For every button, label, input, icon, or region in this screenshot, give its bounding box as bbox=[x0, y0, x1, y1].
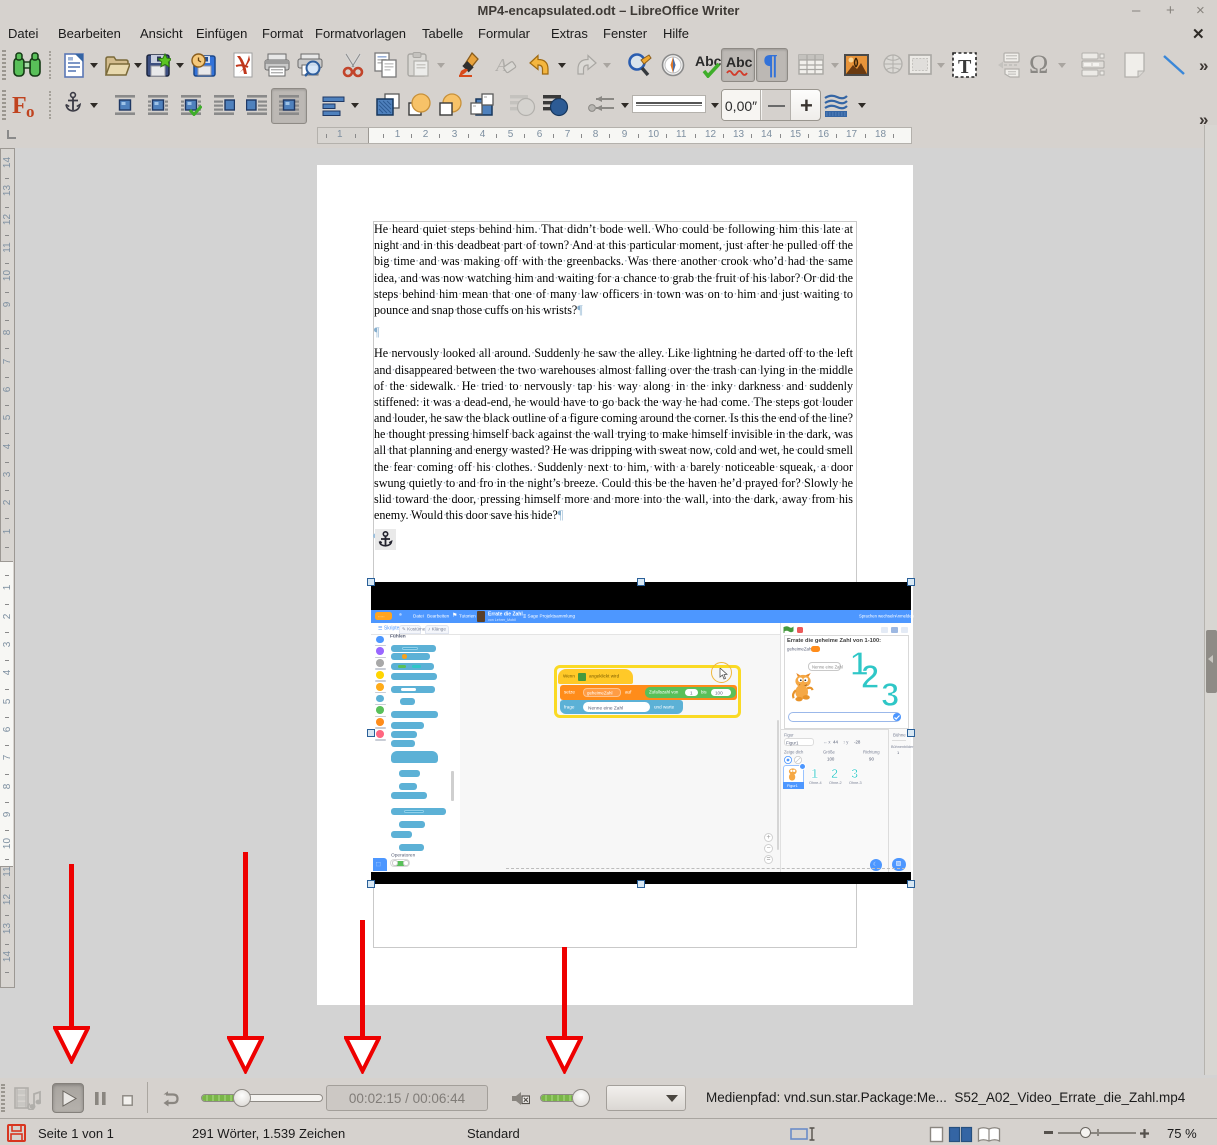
svg-text:2: 2 bbox=[831, 766, 838, 780]
svg-text:Abc: Abc bbox=[726, 54, 752, 70]
svg-text:F: F bbox=[12, 93, 27, 118]
svg-text:A: A bbox=[495, 55, 508, 75]
svg-text:T: T bbox=[958, 56, 972, 78]
svg-text:o: o bbox=[26, 102, 35, 118]
svg-text:3: 3 bbox=[881, 676, 899, 708]
svg-text:3: 3 bbox=[851, 766, 858, 780]
svg-text:¶: ¶ bbox=[763, 51, 778, 79]
svg-text:1: 1 bbox=[811, 766, 818, 780]
svg-text:Ω: Ω bbox=[1029, 51, 1048, 77]
svg-text:2: 2 bbox=[861, 658, 879, 695]
svg-text:Abc: Abc bbox=[695, 53, 721, 69]
